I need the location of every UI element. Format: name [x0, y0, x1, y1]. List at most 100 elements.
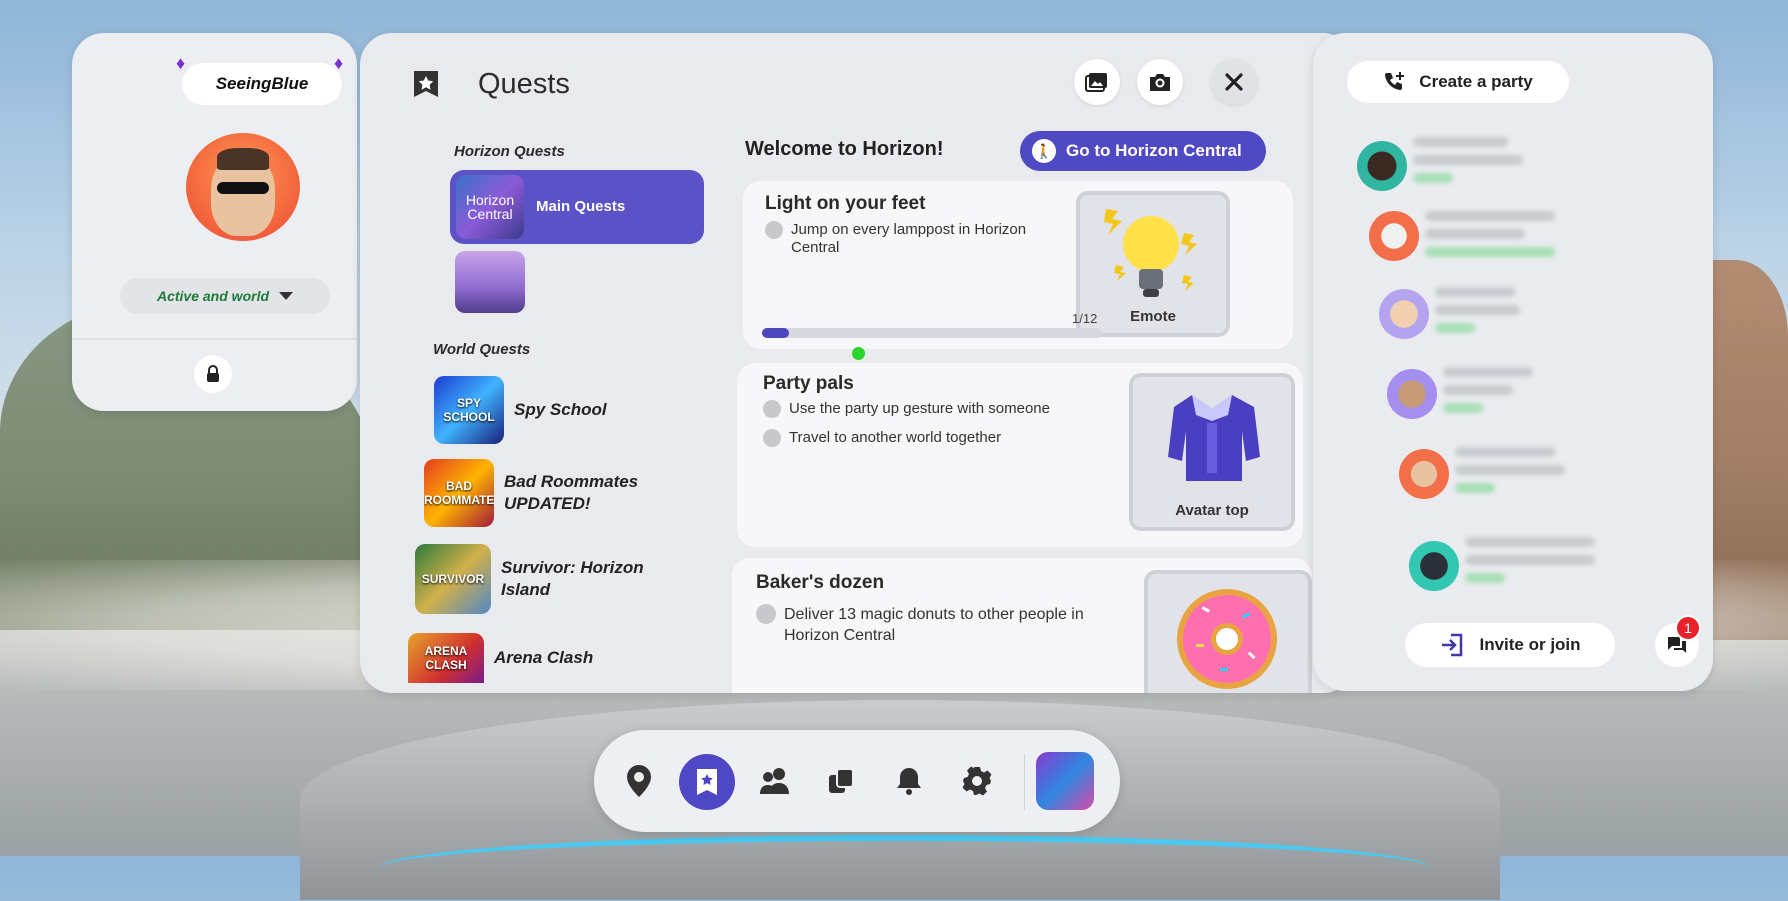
horizon-central-thumbnail: Horizon Central — [456, 175, 524, 239]
friend-status-redacted — [1413, 173, 1453, 183]
lock-button[interactable] — [194, 355, 232, 393]
location-pin-icon — [627, 765, 651, 797]
quest-bookmark-icon — [414, 71, 438, 97]
gear-icon — [962, 766, 992, 796]
quest-card[interactable]: Baker's dozen Deliver 13 magic donuts to… — [732, 558, 1312, 693]
donut-icon — [1177, 589, 1277, 689]
shapes-icon — [829, 768, 854, 793]
quest-card[interactable]: Light on your feet Jump on every lamppos… — [743, 181, 1293, 349]
friend-avatar[interactable] — [1409, 541, 1459, 591]
invite-or-join-button[interactable]: Invite or join — [1405, 623, 1615, 667]
nav-notifications-button[interactable] — [884, 756, 934, 806]
chat-notification-badge: 1 — [1675, 615, 1701, 641]
nav-apps-button[interactable] — [816, 756, 866, 806]
castle-quest-thumbnail[interactable] — [455, 251, 525, 313]
lock-icon — [207, 365, 219, 382]
arena-clash-thumbnail: ARENA CLASH — [408, 633, 484, 683]
world-quest-label: Arena Clash — [494, 648, 594, 667]
party-panel: Create a party Invite or join 1 — [1313, 33, 1713, 691]
world-quest-item[interactable]: SURVIVOR Survivor: Horizon Island — [415, 544, 675, 614]
walking-person-icon: 🚶 — [1032, 139, 1056, 163]
world-quest-label: Spy School — [514, 400, 607, 419]
create-party-button[interactable]: Create a party — [1347, 61, 1569, 103]
friend-status-redacted — [1455, 483, 1495, 493]
reward-tile[interactable]: Avatar top — [1129, 373, 1295, 531]
task-checkbox[interactable] — [763, 429, 781, 447]
main-quests-item[interactable]: Horizon Central Main Quests — [450, 170, 704, 244]
world-quest-label: Survivor: Horizon Island — [501, 558, 644, 599]
spy-school-thumbnail: SPY SCHOOL — [434, 376, 504, 444]
caret-down-icon — [279, 292, 294, 300]
friend-avatar[interactable] — [1379, 289, 1429, 339]
profile-avatar[interactable] — [186, 133, 300, 241]
friend-handle-redacted — [1435, 305, 1520, 315]
task-checkbox[interactable] — [756, 604, 776, 624]
login-icon — [1442, 633, 1463, 657]
task-checkbox[interactable] — [765, 221, 783, 239]
nav-quests-button[interactable] — [679, 754, 735, 810]
friend-name-redacted — [1455, 447, 1555, 457]
quest-card-title: Baker's dozen — [756, 572, 885, 593]
reward-label: Emote — [1130, 308, 1176, 325]
friend-status-redacted — [1443, 403, 1483, 413]
welcome-heading: Welcome to Horizon! — [745, 138, 944, 160]
divider — [1024, 754, 1025, 810]
main-quests-label: Main Quests — [536, 198, 626, 215]
friend-avatar[interactable] — [1399, 449, 1449, 499]
friend-status-redacted — [1435, 323, 1475, 333]
friend-status-redacted — [1465, 573, 1505, 583]
bad-roommates-thumbnail: BAD ROOMMATES — [424, 459, 494, 527]
friend-name-redacted — [1435, 287, 1515, 297]
create-party-label: Create a party — [1419, 72, 1533, 91]
reward-tile[interactable] — [1144, 570, 1312, 693]
phone-add-icon — [1385, 72, 1405, 90]
task-checkbox[interactable] — [763, 400, 781, 418]
avatar-top-icon — [1168, 395, 1260, 481]
quest-task: Deliver 13 magic donuts to other people … — [756, 604, 1086, 646]
world-quests-heading: World Quests — [433, 341, 531, 358]
friend-name-redacted — [1413, 137, 1508, 147]
quest-task: Jump on every lamppost in Horizon Centra… — [765, 221, 1055, 257]
profile-panel: ♦ ♦ SeeingBlue Active and world — [72, 33, 357, 411]
camera-button[interactable] — [1137, 59, 1183, 105]
quest-progress-fill — [762, 328, 790, 338]
invite-or-join-label: Invite or join — [1479, 635, 1581, 654]
quests-panel: Quests Horizon Quests Horizon Central Ma… — [360, 33, 1649, 693]
divider — [72, 338, 357, 340]
world-quest-item[interactable]: BAD ROOMMATES Bad Roommates UPDATED! — [424, 459, 664, 527]
background-floor-ring — [380, 835, 1430, 901]
friend-avatar[interactable] — [1387, 369, 1437, 419]
survivor-thumbnail: SURVIVOR — [415, 544, 491, 614]
nav-people-button[interactable] — [750, 756, 800, 806]
world-quest-label: Bad Roommates UPDATED! — [504, 472, 639, 513]
world-quest-item[interactable]: SPY SCHOOL Spy School — [434, 376, 607, 444]
nav-location-button[interactable] — [614, 756, 664, 806]
friend-name-redacted — [1443, 367, 1533, 377]
friend-handle-redacted — [1413, 155, 1523, 165]
horizon-quests-heading: Horizon Quests — [454, 143, 565, 160]
friend-status-redacted — [1425, 247, 1555, 257]
close-button[interactable] — [1211, 59, 1257, 105]
camera-icon — [1150, 74, 1170, 91]
close-icon — [1225, 73, 1243, 91]
status-dropdown[interactable]: Active and world — [120, 278, 330, 314]
current-world-thumbnail[interactable] — [1036, 752, 1094, 810]
friend-handle-redacted — [1455, 465, 1565, 475]
username-label: SeeingBlue — [182, 63, 342, 105]
quest-bookmark-icon — [697, 769, 717, 795]
friend-name-redacted — [1425, 211, 1555, 221]
quest-task: Travel to another world together — [763, 429, 1093, 447]
friend-avatar[interactable] — [1357, 141, 1407, 191]
reward-tile[interactable]: Emote — [1076, 191, 1230, 337]
nav-settings-button[interactable] — [952, 756, 1002, 806]
go-to-horizon-central-button[interactable]: 🚶 Go to Horizon Central — [1020, 131, 1266, 171]
world-quest-item[interactable]: ARENA CLASH Arena Clash — [408, 633, 593, 683]
quest-progress-bar — [762, 328, 1102, 338]
bell-icon — [897, 768, 921, 795]
go-button-label: Go to Horizon Central — [1066, 141, 1242, 160]
friend-name-redacted — [1465, 537, 1595, 547]
quest-card[interactable]: Party pals Use the party up gesture with… — [737, 363, 1303, 547]
gallery-button[interactable] — [1074, 59, 1120, 105]
friend-avatar[interactable] — [1369, 211, 1419, 261]
bottom-nav-bar — [594, 730, 1120, 832]
